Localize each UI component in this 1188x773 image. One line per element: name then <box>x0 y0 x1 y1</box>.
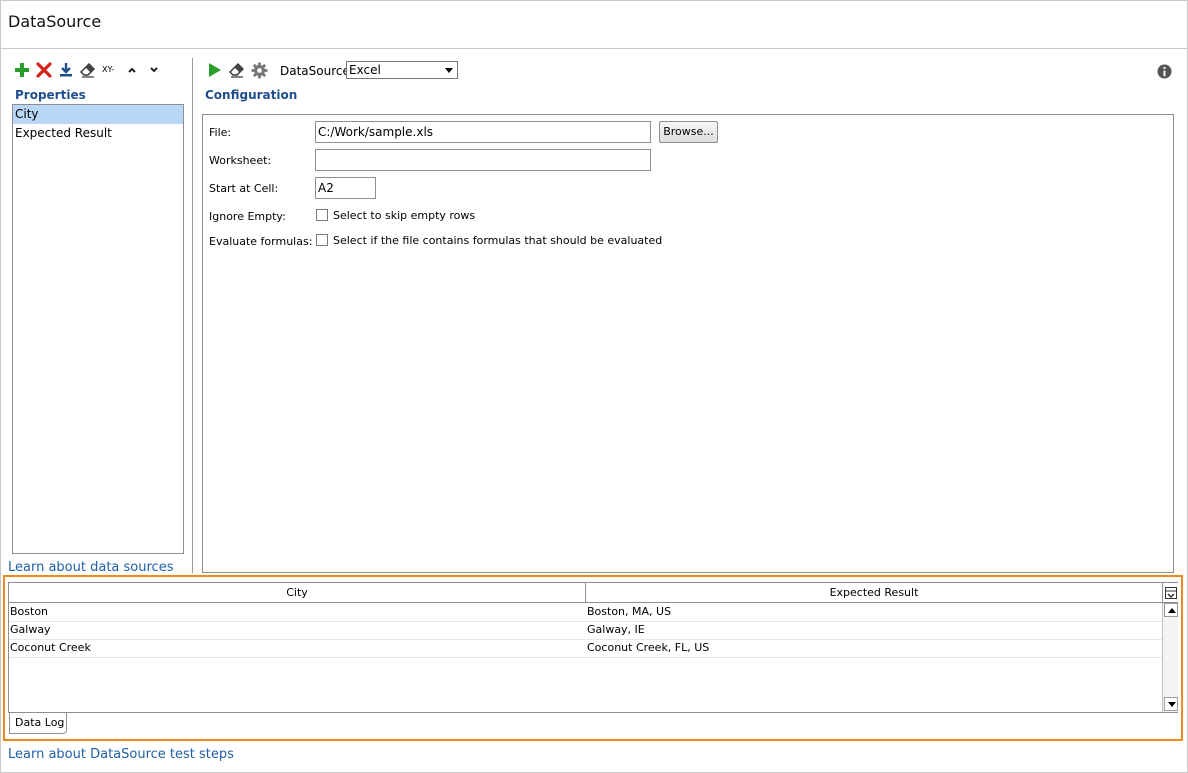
download-icon[interactable] <box>58 62 74 78</box>
ignore-empty-checkbox[interactable] <box>316 209 328 221</box>
properties-list[interactable]: City Expected Result <box>12 104 184 554</box>
add-icon[interactable] <box>14 62 30 78</box>
property-item-expected-result[interactable]: Expected Result <box>13 124 183 143</box>
properties-label: Properties <box>15 88 86 102</box>
panel-divider[interactable] <box>192 58 193 573</box>
title-separator <box>0 48 1188 49</box>
evaluate-formulas-checkbox[interactable] <box>316 234 328 246</box>
table-cell[interactable]: Boston <box>9 603 48 621</box>
column-chooser-button[interactable] <box>1162 583 1178 603</box>
xy-icon[interactable]: XY- <box>102 65 114 74</box>
start-cell-label: Start at Cell: <box>209 182 279 195</box>
start-cell-input[interactable]: A2 <box>315 177 376 199</box>
scroll-up-icon[interactable] <box>1164 603 1178 617</box>
datasource-select[interactable]: Excel <box>346 61 458 79</box>
move-down-icon[interactable] <box>148 64 160 76</box>
data-grid[interactable]: City Expected Result Boston Boston, MA, … <box>8 582 1178 713</box>
configuration-panel: File: C:/Work/sample.xls Browse... Works… <box>202 114 1174 573</box>
worksheet-label: Worksheet: <box>209 154 272 167</box>
configuration-label: Configuration <box>205 88 298 102</box>
datasource-label: DataSource: <box>280 64 354 78</box>
eraser-icon[interactable] <box>229 62 245 78</box>
evaluate-formulas-description: Select if the file contains formulas tha… <box>333 234 663 247</box>
column-header-city[interactable]: City <box>9 583 586 603</box>
info-icon[interactable] <box>1157 64 1172 79</box>
file-input[interactable]: C:/Work/sample.xls <box>315 121 651 143</box>
ignore-empty-description: Select to skip empty rows <box>333 209 476 222</box>
datasource-select-value: Excel <box>349 63 381 77</box>
eraser-icon[interactable] <box>80 62 96 78</box>
row-divider <box>9 657 1162 658</box>
move-up-icon[interactable] <box>126 64 138 76</box>
scroll-down-icon[interactable] <box>1164 697 1178 711</box>
file-label: File: <box>209 126 232 139</box>
learn-data-sources-link[interactable]: Learn about data sources <box>8 560 173 575</box>
worksheet-input[interactable] <box>315 149 651 171</box>
browse-button[interactable]: Browse... <box>659 121 718 143</box>
table-cell[interactable]: Boston, MA, US <box>586 603 671 621</box>
column-chooser-icon <box>1165 587 1177 599</box>
chevron-down-icon <box>445 68 453 73</box>
ignore-empty-label: Ignore Empty: <box>209 210 286 223</box>
learn-datasource-steps-link[interactable]: Learn about DataSource test steps <box>8 747 234 762</box>
table-cell[interactable]: Galway, IE <box>586 621 645 639</box>
table-cell[interactable]: Galway <box>9 621 51 639</box>
data-log-tab[interactable]: Data Log <box>9 713 67 734</box>
property-item-city[interactable]: City <box>13 105 183 124</box>
delete-icon[interactable] <box>36 62 52 78</box>
table-cell[interactable]: Coconut Creek, FL, US <box>586 639 709 657</box>
evaluate-formulas-label: Evaluate formulas: <box>209 235 313 248</box>
gear-icon[interactable] <box>251 62 268 79</box>
column-header-expected-result[interactable]: Expected Result <box>586 583 1162 603</box>
table-cell[interactable]: Coconut Creek <box>9 639 91 657</box>
run-icon[interactable] <box>207 62 223 78</box>
window-title: DataSource <box>8 12 102 31</box>
